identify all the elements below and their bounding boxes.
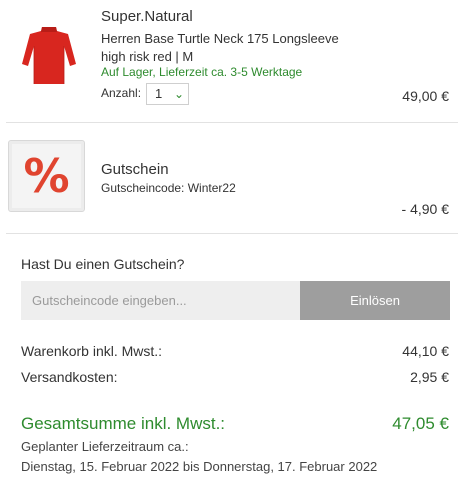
shipping-value: 2,95 € bbox=[410, 369, 449, 385]
shipping-label: Versandkosten: bbox=[21, 369, 118, 385]
voucher-title: Gutschein bbox=[101, 161, 169, 178]
chevron-down-icon: ⌄ bbox=[173, 87, 184, 101]
divider bbox=[6, 233, 458, 234]
product-image-longsleeve-icon[interactable] bbox=[20, 24, 78, 86]
voucher-code: Gutscheincode: Winter22 bbox=[101, 181, 236, 195]
product-name[interactable]: Herren Base Turtle Neck 175 Longsleeve h… bbox=[101, 30, 341, 66]
cart-subtotal-label: Warenkorb inkl. Mwst.: bbox=[21, 343, 163, 359]
total-value: 47,05 € bbox=[392, 414, 449, 433]
quantity-value: 1 bbox=[155, 86, 163, 101]
stock-status: Auf Lager, Lieferzeit ca. 3-5 Werktage bbox=[101, 65, 303, 79]
cart-subtotal-value: 44,10 € bbox=[402, 343, 449, 359]
percent-symbol: % bbox=[23, 149, 70, 203]
quantity-label: Anzahl: bbox=[101, 86, 142, 100]
quantity-select[interactable]: 1 ⌄ bbox=[146, 83, 189, 105]
cart-item-voucher: % Gutschein Gutscheincode: Winter22 - 4,… bbox=[0, 123, 458, 233]
cart-item-product: Super.Natural Herren Base Turtle Neck 17… bbox=[0, 0, 458, 122]
product-brand[interactable]: Super.Natural bbox=[101, 8, 193, 25]
product-price: 49,00 € bbox=[402, 88, 449, 104]
voucher-discount: - 4,90 € bbox=[401, 201, 449, 217]
voucher-code-input[interactable] bbox=[21, 281, 300, 320]
voucher-percent-icon: % bbox=[8, 140, 85, 212]
delivery-label: Geplanter Lieferzeitraum ca.: bbox=[21, 439, 189, 454]
redeem-button[interactable]: Einlösen bbox=[300, 281, 450, 320]
total-label: Gesamtsumme inkl. Mwst.: bbox=[21, 414, 226, 433]
voucher-question: Hast Du einen Gutschein? bbox=[21, 256, 185, 272]
delivery-dates: Dienstag, 15. Februar 2022 bis Donnersta… bbox=[21, 459, 378, 474]
